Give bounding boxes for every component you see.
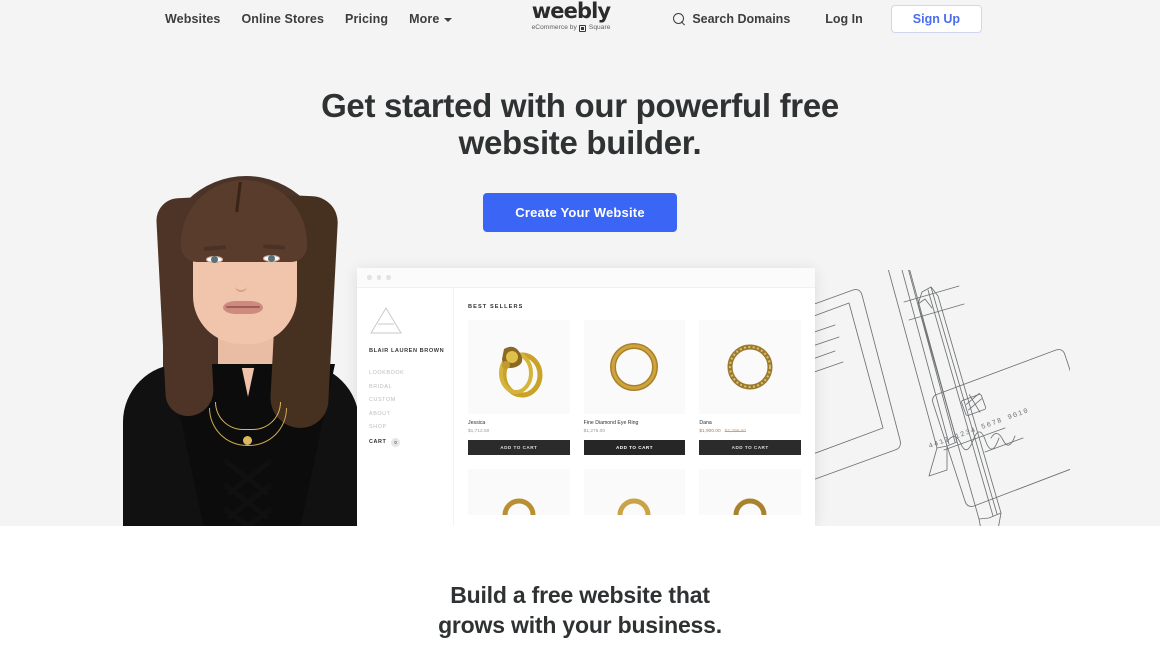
add-to-cart-button[interactable]: ADD TO CART <box>583 439 686 455</box>
product-image <box>583 468 686 515</box>
lower-headline: Build a free website that grows with you… <box>0 581 1160 641</box>
product-card[interactable] <box>583 468 686 515</box>
shop-menu-item-bridal[interactable]: BRIDAL <box>369 384 453 390</box>
lower-section: Build a free website that grows with you… <box>0 526 1160 653</box>
nav-item-more[interactable]: More <box>409 11 453 26</box>
product-card[interactable]: Fine Diamond Eye Ring $1,275.00 ADD TO C… <box>583 320 686 455</box>
product-price-value: $1,712.50 <box>468 428 490 434</box>
product-was-price: $2,299.00 <box>724 428 747 434</box>
nav-primary-links: Websites Online Stores Pricing More <box>165 0 453 38</box>
product-card[interactable] <box>468 468 570 515</box>
product-card[interactable]: Jessica $1,712.50 ADD TO CART <box>468 320 570 455</box>
search-domains-label: Search Domains <box>692 12 791 26</box>
cta-container: Create Your Website <box>0 193 1160 232</box>
headline-line-1: Get started with our powerful free <box>321 87 839 124</box>
product-sale-price: $1,900.00 <box>699 428 721 434</box>
shop-menu-item-cart[interactable]: CART 0 <box>369 437 453 447</box>
page-title: Get started with our powerful free websi… <box>0 87 1160 162</box>
logo-tagline-prefix: eCommerce by <box>531 24 577 32</box>
cart-count-badge: 0 <box>391 437 401 447</box>
shop-menu-item-about[interactable]: ABOUT <box>369 411 453 417</box>
headline-line-2: website builder. <box>458 123 702 161</box>
nav-item-online-stores[interactable]: Online Stores <box>241 13 324 26</box>
product-image <box>468 468 570 515</box>
browser-content: BLAIR LAUREN BROWN LOOKBOOK BRIDAL CUSTO… <box>357 288 815 526</box>
triangle-logo-icon <box>369 306 403 335</box>
cart-label: CART <box>369 439 387 445</box>
window-close-dot-icon[interactable] <box>367 275 372 280</box>
browser-title-bar <box>357 268 815 288</box>
logo-tagline-suffix: Square <box>588 24 611 32</box>
product-price: $1,900.00 $2,299.00 <box>699 429 801 434</box>
create-your-website-button[interactable]: Create Your Website <box>483 193 677 232</box>
product-price-value: $1,275.00 <box>583 428 605 434</box>
search-icon <box>673 13 685 25</box>
hero-section: 4417 1234 5678 9010 Get started with our… <box>0 0 1160 526</box>
add-to-cart-button[interactable]: ADD TO CART <box>468 439 570 455</box>
product-grid: Jessica $1,712.50 ADD TO CART Fine Diamo… <box>468 320 801 515</box>
photo-nose <box>235 272 247 292</box>
square-logo-icon <box>579 25 587 32</box>
logo-wordmark: weebly <box>531 0 611 23</box>
photo-mouth <box>223 301 263 314</box>
photo-iris-right <box>268 255 275 262</box>
product-image <box>468 320 570 414</box>
product-image <box>699 320 801 414</box>
lineart-illustration: 4417 1234 5678 9010 <box>759 241 1098 526</box>
lower-headline-line-1: Build a free website that <box>450 582 710 608</box>
window-minimize-dot-icon[interactable] <box>376 275 381 280</box>
shop-brand-name: BLAIR LAUREN BROWN <box>369 348 445 354</box>
top-navigation: Websites Online Stores Pricing More weeb… <box>0 0 1160 38</box>
window-maximize-dot-icon[interactable] <box>386 275 391 280</box>
photo-iris-left <box>211 256 218 263</box>
photo-lace-detail <box>223 456 273 526</box>
weebly-logo[interactable]: weebly eCommerce by Square <box>521 1 621 32</box>
signup-button[interactable]: Sign Up <box>890 4 982 34</box>
nav-secondary-links: Search Domains Log In Sign Up <box>673 0 982 38</box>
shop-menu-item-custom[interactable]: CUSTOM <box>369 397 453 403</box>
product-name: Fine Diamond Eye Ring <box>583 420 639 426</box>
product-name: Jessica <box>468 420 486 426</box>
search-domains-link[interactable]: Search Domains <box>673 12 790 26</box>
photo-pendant <box>243 436 252 445</box>
product-card[interactable] <box>699 468 801 515</box>
chevron-down-icon <box>444 17 453 22</box>
product-card[interactable]: Dana $1,900.00 $2,299.00 ADD TO CART <box>699 320 801 455</box>
product-image <box>699 468 801 515</box>
nav-item-pricing[interactable]: Pricing <box>345 13 388 26</box>
logo-tagline: eCommerce by Square <box>521 25 621 32</box>
nav-item-more-label: More <box>409 11 440 26</box>
nav-item-websites[interactable]: Websites <box>165 13 220 26</box>
shop-sidebar: BLAIR LAUREN BROWN LOOKBOOK BRIDAL CUSTO… <box>357 288 453 526</box>
page-root: 4417 1234 5678 9010 Get started with our… <box>0 0 1160 653</box>
add-to-cart-button[interactable]: ADD TO CART <box>699 439 801 455</box>
shop-menu: LOOKBOOK BRIDAL CUSTOM ABOUT SHOP CART 0 <box>369 370 453 447</box>
shop-menu-item-shop[interactable]: SHOP <box>369 424 453 430</box>
product-image <box>583 320 686 414</box>
product-price: $1,712.50 <box>468 429 570 434</box>
browser-mockup: BLAIR LAUREN BROWN LOOKBOOK BRIDAL CUSTO… <box>357 268 815 526</box>
product-price: $1,275.00 <box>584 429 686 434</box>
product-name: Dana <box>699 420 712 426</box>
login-link[interactable]: Log In <box>825 12 863 26</box>
best-sellers-heading: BEST SELLERS <box>468 304 524 310</box>
shop-menu-item-lookbook[interactable]: LOOKBOOK <box>369 370 453 376</box>
lower-headline-line-2: grows with your business. <box>438 611 722 638</box>
shop-main-content: BEST SELLERS Jessica $1,712.50 ADD TO CA… <box>453 288 815 526</box>
